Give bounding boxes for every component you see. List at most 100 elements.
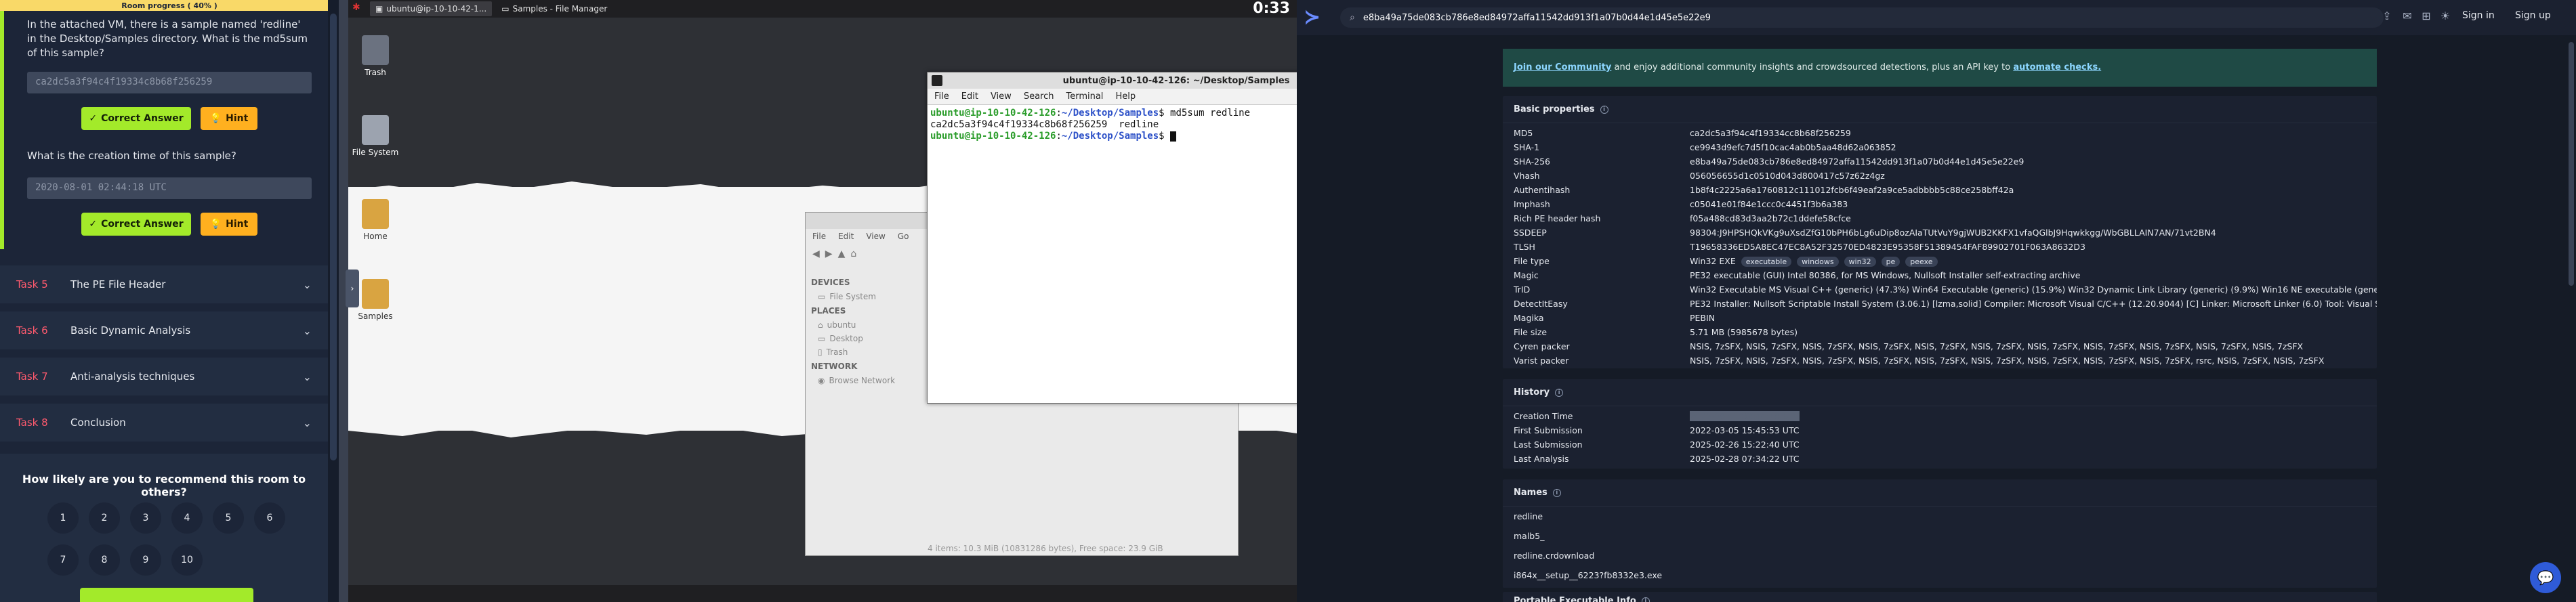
fm-menu-edit[interactable]: Edit [838,232,854,241]
feedback-icon[interactable]: ✉ [2400,9,2415,24]
info-icon[interactable]: i [1600,105,1608,114]
fm-sidebar-item-browse-network[interactable]: ◉ Browse Network [806,374,921,387]
file-type-tag[interactable]: win32 [1844,256,1876,267]
name-item[interactable]: i864x__setup__6223?fb8332e3.exe [1503,565,2377,585]
terminal-menu-terminal[interactable]: Terminal [1066,91,1103,102]
terminal-window[interactable]: ubuntu@ip-10-10-42-126: ~/Desktop/Sample… [927,72,1297,404]
join-community-link[interactable]: Join our Community [1514,62,1611,72]
home-icon[interactable]: ⌂ [850,249,856,259]
fm-sidebar-item-desktop[interactable]: ▭ Desktop [806,332,921,345]
hint-button-2[interactable]: 💡 Hint [201,213,257,236]
fm-sidebar-item-trash[interactable]: ▯ Trash [806,345,921,359]
task-5-header[interactable]: Task 5 The PE File Header ⌄ [0,265,328,305]
property-value[interactable]: ca2dc5a3f94c4f19334cc8b68f256259 [1690,128,2377,138]
terminal-menu-view[interactable]: View [991,91,1012,102]
scrollbar-thumb[interactable] [330,14,337,460]
taskbar-file-manager[interactable]: ▭ Samples - File Manager [496,1,612,16]
desktop-icon-trash[interactable]: Trash [348,35,402,77]
terminal-titlebar[interactable]: ubuntu@ip-10-10-42-126: ~/Desktop/Sample… [928,72,1297,89]
grid-icon[interactable]: ⊞ [2419,9,2434,24]
sign-in-link[interactable]: Sign in [2462,10,2495,21]
name-item[interactable]: redline.crdownload [1503,546,2377,565]
terminal-menu-search[interactable]: Search [1024,91,1054,102]
property-row: Imphash c05041e01f84e1ccc0c4451f3b6a383 [1503,197,2377,211]
info-icon[interactable]: i [1552,488,1561,497]
task-7-header[interactable]: Task 7 Anti-analysis techniques ⌄ [0,358,328,397]
automate-checks-link[interactable]: automate checks. [2013,62,2101,72]
vt-search-input[interactable]: e8ba49a75de083cb786e8ed84972affa11542dd9… [1363,13,1711,23]
correct-answer-button-2[interactable]: ✓ Correct Answer [81,213,191,236]
terminal-menu-edit[interactable]: Edit [961,91,978,102]
chat-icon[interactable]: 💬 [2530,562,2561,593]
file-type-tag[interactable]: peexe [1905,256,1938,267]
property-value[interactable]: e8ba49a75de083cb786e8ed84972affa11542dd9… [1690,156,2377,167]
info-icon[interactable]: i [1641,597,1650,602]
up-arrow-icon[interactable]: ▲ [838,249,846,259]
property-value[interactable]: NSIS, 7zSFX, NSIS, 7zSFX, NSIS, 7zSFX, N… [1690,356,2377,366]
back-arrow-icon[interactable]: ◀ [812,249,820,259]
file-type-tag[interactable]: executable [1741,256,1792,267]
task-6-header[interactable]: Task 6 Basic Dynamic Analysis ⌄ [0,311,328,351]
fm-menu-go[interactable]: Go [898,232,909,241]
rating-1[interactable]: 1 [47,502,79,534]
submit-feedback-button[interactable] [80,588,253,602]
forward-arrow-icon[interactable]: ▶ [825,249,833,259]
rating-7[interactable]: 7 [47,544,79,576]
desktop-icon-home[interactable]: Home [348,199,402,241]
vt-search-bar[interactable]: ⌕ e8ba49a75de083cb786e8ed84972affa11542d… [1340,7,2384,28]
property-value[interactable]: PE32 executable (GUI) Intel 80386, for M… [1690,270,2377,280]
answer-2-field[interactable]: 2020-08-01 02:44:18 UTC [27,177,312,199]
history-value-highlighted[interactable]: 2020-08-01 02:44:18 UTC [1690,411,1800,421]
rating-5[interactable]: 5 [213,502,244,534]
property-value[interactable]: 5.71 MB (5985678 bytes) [1690,327,2377,337]
file-type-tag[interactable]: windows [1797,256,1839,267]
scrollbar-thumb[interactable] [2569,42,2574,286]
fm-sidebar-item-ubuntu[interactable]: ⌂ ubuntu [806,318,921,332]
taskbar-terminal[interactable]: ▣ ubuntu@ip-10-10-42-1... [370,1,493,16]
property-value[interactable]: PEBIN [1690,313,2377,323]
property-value[interactable]: PE32 Installer: Nullsoft Scriptable Inst… [1690,299,2377,309]
history-value[interactable]: 2022-03-05 15:45:53 UTC [1690,425,2377,435]
desktop-icon-file-system[interactable]: File System [348,115,402,157]
terminal-menu-file[interactable]: File [934,91,949,102]
property-value[interactable]: Win32 Executable MS Visual C++ (generic)… [1690,284,2377,295]
rating-2[interactable]: 2 [89,502,120,534]
fm-menu-file[interactable]: File [812,232,826,241]
history-value[interactable]: 2025-02-26 15:22:40 UTC [1690,439,2377,450]
rating-8[interactable]: 8 [89,544,120,576]
rating-9[interactable]: 9 [130,544,161,576]
hint-button-1[interactable]: 💡 Hint [201,107,257,130]
name-item[interactable]: redline [1503,507,2377,526]
name-item[interactable]: malb5_ [1503,526,2377,546]
rating-6[interactable]: 6 [254,502,285,534]
rating-3[interactable]: 3 [130,502,161,534]
applications-menu-icon[interactable]: ✱ [352,2,366,16]
fm-sidebar-item-file-system[interactable]: ▭ File System [806,290,921,303]
correct-answer-button-1[interactable]: ✓ Correct Answer [81,107,191,130]
sign-up-link[interactable]: Sign up [2515,10,2551,21]
property-value[interactable]: ce9943d9efc7d5f10cac4ab0b5aa48d62a063852 [1690,142,2377,152]
answer-1-field[interactable]: ca2dc5a3f94c4f19334c8b68f256259 [27,72,312,93]
property-value[interactable]: 056056655d1c0510d043d800417c57z62z4gz [1690,171,2377,181]
fm-menu-view[interactable]: View [866,232,885,241]
property-value[interactable]: 98304:J9HPSHQkVKg9uXsdZfG10bPH6bLg6uDip8… [1690,228,2377,238]
property-value[interactable]: T19658336ED5A8EC47EC8A52F32570ED4823E953… [1690,242,2377,252]
upload-icon[interactable]: ⇪ [2380,9,2394,24]
rating-4[interactable]: 4 [171,502,203,534]
rating-10[interactable]: 10 [171,544,203,576]
property-value[interactable]: c05041e01f84e1ccc0c4451f3b6a383 [1690,199,2377,209]
task-8-header[interactable]: Task 8 Conclusion ⌄ [0,404,328,443]
terminal-output[interactable]: ubuntu@ip-10-10-42-126:~/Desktop/Samples… [928,105,1297,403]
vt-scrollbar[interactable] [2567,35,2576,602]
info-icon[interactable]: i [1555,388,1564,397]
terminal-menu-help[interactable]: Help [1115,91,1136,102]
property-value[interactable]: f05a488cd83d3aa2b72c1ddefe58cfce [1690,213,2377,223]
property-value[interactable]: NSIS, 7zSFX, NSIS, 7zSFX, NSIS, 7zSFX, N… [1690,341,2377,351]
theme-icon[interactable]: ☀ [2438,9,2453,24]
file-type-tag[interactable]: pe [1881,256,1900,267]
room-scrollbar[interactable] [328,0,339,602]
vm-side-handle[interactable]: › [346,270,359,307]
history-value[interactable]: 2025-02-28 07:34:22 UTC [1690,454,2377,464]
property-value[interactable]: 1b8f4c2225a6a1760812c111012fcb6f49eaf2a9… [1690,185,2377,195]
virustotal-logo-icon[interactable]: ≻ [1304,5,1328,30]
